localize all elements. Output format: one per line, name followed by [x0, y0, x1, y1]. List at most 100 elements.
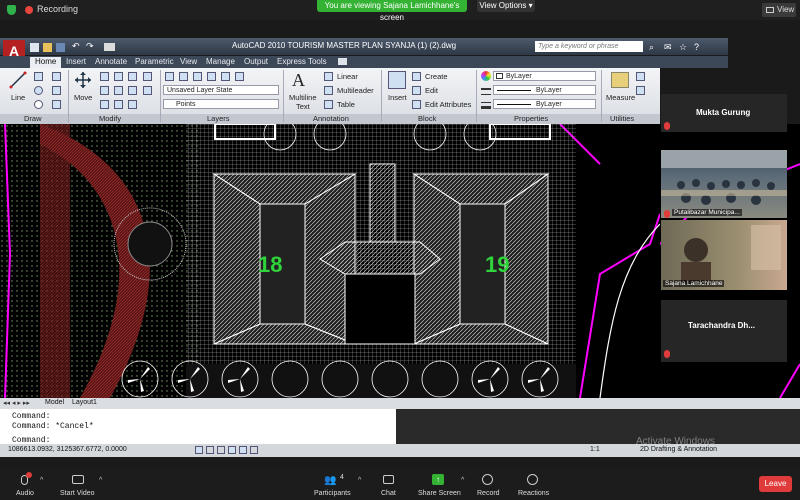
participant-tile[interactable]: Mukta Gurung: [661, 94, 787, 132]
osnap-toggle-icon[interactable]: [239, 446, 247, 454]
ellipse-icon[interactable]: [34, 100, 43, 109]
match-properties-icon[interactable]: [481, 71, 491, 81]
polar-toggle-icon[interactable]: [228, 446, 236, 454]
grid-toggle-icon[interactable]: [206, 446, 214, 454]
layer-isolate-icon[interactable]: [179, 72, 188, 81]
group-modify[interactable]: Modify: [99, 114, 121, 123]
annotation-scale[interactable]: 1:1: [590, 446, 600, 453]
layer-off-icon[interactable]: [207, 72, 216, 81]
snap-toggle-icon[interactable]: [195, 446, 203, 454]
tab-output[interactable]: Output: [244, 57, 268, 66]
reactions-button[interactable]: Reactions: [516, 472, 550, 498]
help-icon[interactable]: ?: [694, 42, 699, 52]
share-screen-button[interactable]: ↑ Share Screen: [418, 472, 461, 498]
arc-icon[interactable]: [52, 72, 61, 81]
array-icon[interactable]: [128, 100, 137, 109]
create-block-icon[interactable]: [412, 72, 421, 81]
new-file-icon[interactable]: [30, 43, 39, 52]
share-options-chevron-icon[interactable]: ^: [461, 477, 464, 484]
tab-view[interactable]: View: [180, 57, 197, 66]
edit-attributes-button[interactable]: Edit Attributes: [425, 100, 471, 109]
rotate-icon[interactable]: [100, 72, 109, 81]
layer-freeze-icon[interactable]: [193, 72, 202, 81]
layer-dropdown[interactable]: Points: [163, 99, 279, 109]
erase-icon[interactable]: [128, 72, 137, 81]
polyline-icon[interactable]: [34, 72, 43, 81]
copy-icon[interactable]: [100, 86, 109, 95]
redo-icon[interactable]: ↷: [86, 41, 94, 52]
table-icon[interactable]: [324, 100, 333, 109]
circle-icon[interactable]: [34, 86, 43, 95]
multiline-text-icon[interactable]: A: [292, 70, 312, 90]
trim-icon[interactable]: [114, 72, 123, 81]
group-utilities[interactable]: Utilities: [610, 114, 634, 123]
group-layers[interactable]: Layers: [207, 114, 230, 123]
tab-nav-arrows-icon[interactable]: ◂◂ ◂ ▸ ▸▸: [3, 399, 30, 407]
tab-annotate[interactable]: Annotate: [95, 57, 127, 66]
undo-icon[interactable]: ↶: [72, 41, 80, 52]
search-icon[interactable]: ⌕: [649, 42, 654, 53]
color-dropdown[interactable]: ByLayer: [493, 71, 596, 81]
lineweight-dropdown[interactable]: ByLayer: [493, 99, 596, 109]
tab-layout1[interactable]: Layout1: [72, 399, 97, 406]
video-options-chevron-icon[interactable]: ^: [99, 477, 102, 484]
stretch-icon[interactable]: [100, 100, 109, 109]
group-properties[interactable]: Properties: [514, 114, 548, 123]
otrack-toggle-icon[interactable]: [250, 446, 258, 454]
multileader-icon[interactable]: [324, 86, 333, 95]
layer-lock-icon[interactable]: [221, 72, 230, 81]
linear-button[interactable]: Linear: [337, 72, 358, 81]
chat-button[interactable]: Chat: [378, 472, 400, 498]
edit-button[interactable]: Edit: [425, 86, 438, 95]
linear-dimension-icon[interactable]: [324, 72, 333, 81]
participant-tile[interactable]: Sajana Lamichhane: [661, 220, 787, 290]
ortho-toggle-icon[interactable]: [217, 446, 225, 454]
group-annotation[interactable]: Annotation: [313, 114, 349, 123]
record-button[interactable]: Record: [476, 472, 500, 498]
communication-center-icon[interactable]: ✉: [664, 42, 672, 53]
insert-block-icon[interactable]: [388, 71, 406, 89]
audio-button[interactable]: Audio: [12, 472, 38, 498]
tab-express-tools[interactable]: Express Tools: [277, 57, 327, 66]
open-file-icon[interactable]: [43, 43, 52, 52]
minimize-ribbon-icon[interactable]: [338, 58, 347, 65]
explode-icon[interactable]: [143, 72, 152, 81]
layer-match-icon[interactable]: [235, 72, 244, 81]
shield-icon[interactable]: [7, 5, 16, 15]
view-button[interactable]: View: [762, 3, 796, 17]
audio-options-chevron-icon[interactable]: ^: [40, 477, 43, 484]
offset-icon[interactable]: [143, 86, 152, 95]
drawing-canvas[interactable]: 18 19: [0, 124, 660, 398]
command-line[interactable]: Command: Command: *Cancel* Command:: [0, 409, 396, 445]
fillet-icon[interactable]: [128, 86, 137, 95]
tab-insert[interactable]: Insert: [66, 57, 86, 66]
print-icon[interactable]: [104, 43, 115, 51]
participants-options-chevron-icon[interactable]: ^: [358, 477, 361, 484]
table-button[interactable]: Table: [337, 100, 355, 109]
view-options-button[interactable]: View Options ▾: [477, 0, 535, 12]
layer-state-dropdown[interactable]: Unsaved Layer State: [163, 85, 279, 95]
tab-home[interactable]: Home: [30, 57, 62, 68]
save-file-icon[interactable]: [56, 43, 65, 52]
edit-block-icon[interactable]: [412, 86, 421, 95]
keyword-search-input[interactable]: Type a keyword or phrase: [535, 41, 643, 52]
mirror-icon[interactable]: [114, 86, 123, 95]
quick-select-icon[interactable]: [636, 72, 645, 81]
tab-model[interactable]: Model: [45, 399, 64, 406]
participant-tile[interactable]: Tarachandra Dh...: [661, 300, 787, 362]
move-tool[interactable]: [74, 71, 92, 89]
leave-button[interactable]: Leave: [759, 476, 792, 492]
edit-attributes-icon[interactable]: [412, 100, 421, 109]
favorites-icon[interactable]: ☆: [679, 42, 687, 53]
rectangle-icon[interactable]: [52, 86, 61, 95]
tab-parametric[interactable]: Parametric: [135, 57, 174, 66]
workspace-switcher[interactable]: 2D Drafting & Annotation: [640, 446, 717, 453]
linetype-dropdown[interactable]: ByLayer: [493, 85, 596, 95]
group-block[interactable]: Block: [418, 114, 436, 123]
start-video-button[interactable]: Start Video: [60, 472, 100, 498]
calculator-icon[interactable]: [636, 86, 645, 95]
tab-manage[interactable]: Manage: [206, 57, 235, 66]
multileader-button[interactable]: Multileader: [337, 86, 374, 95]
measure-button[interactable]: Measure: [606, 93, 635, 102]
group-draw[interactable]: Draw: [24, 114, 42, 123]
